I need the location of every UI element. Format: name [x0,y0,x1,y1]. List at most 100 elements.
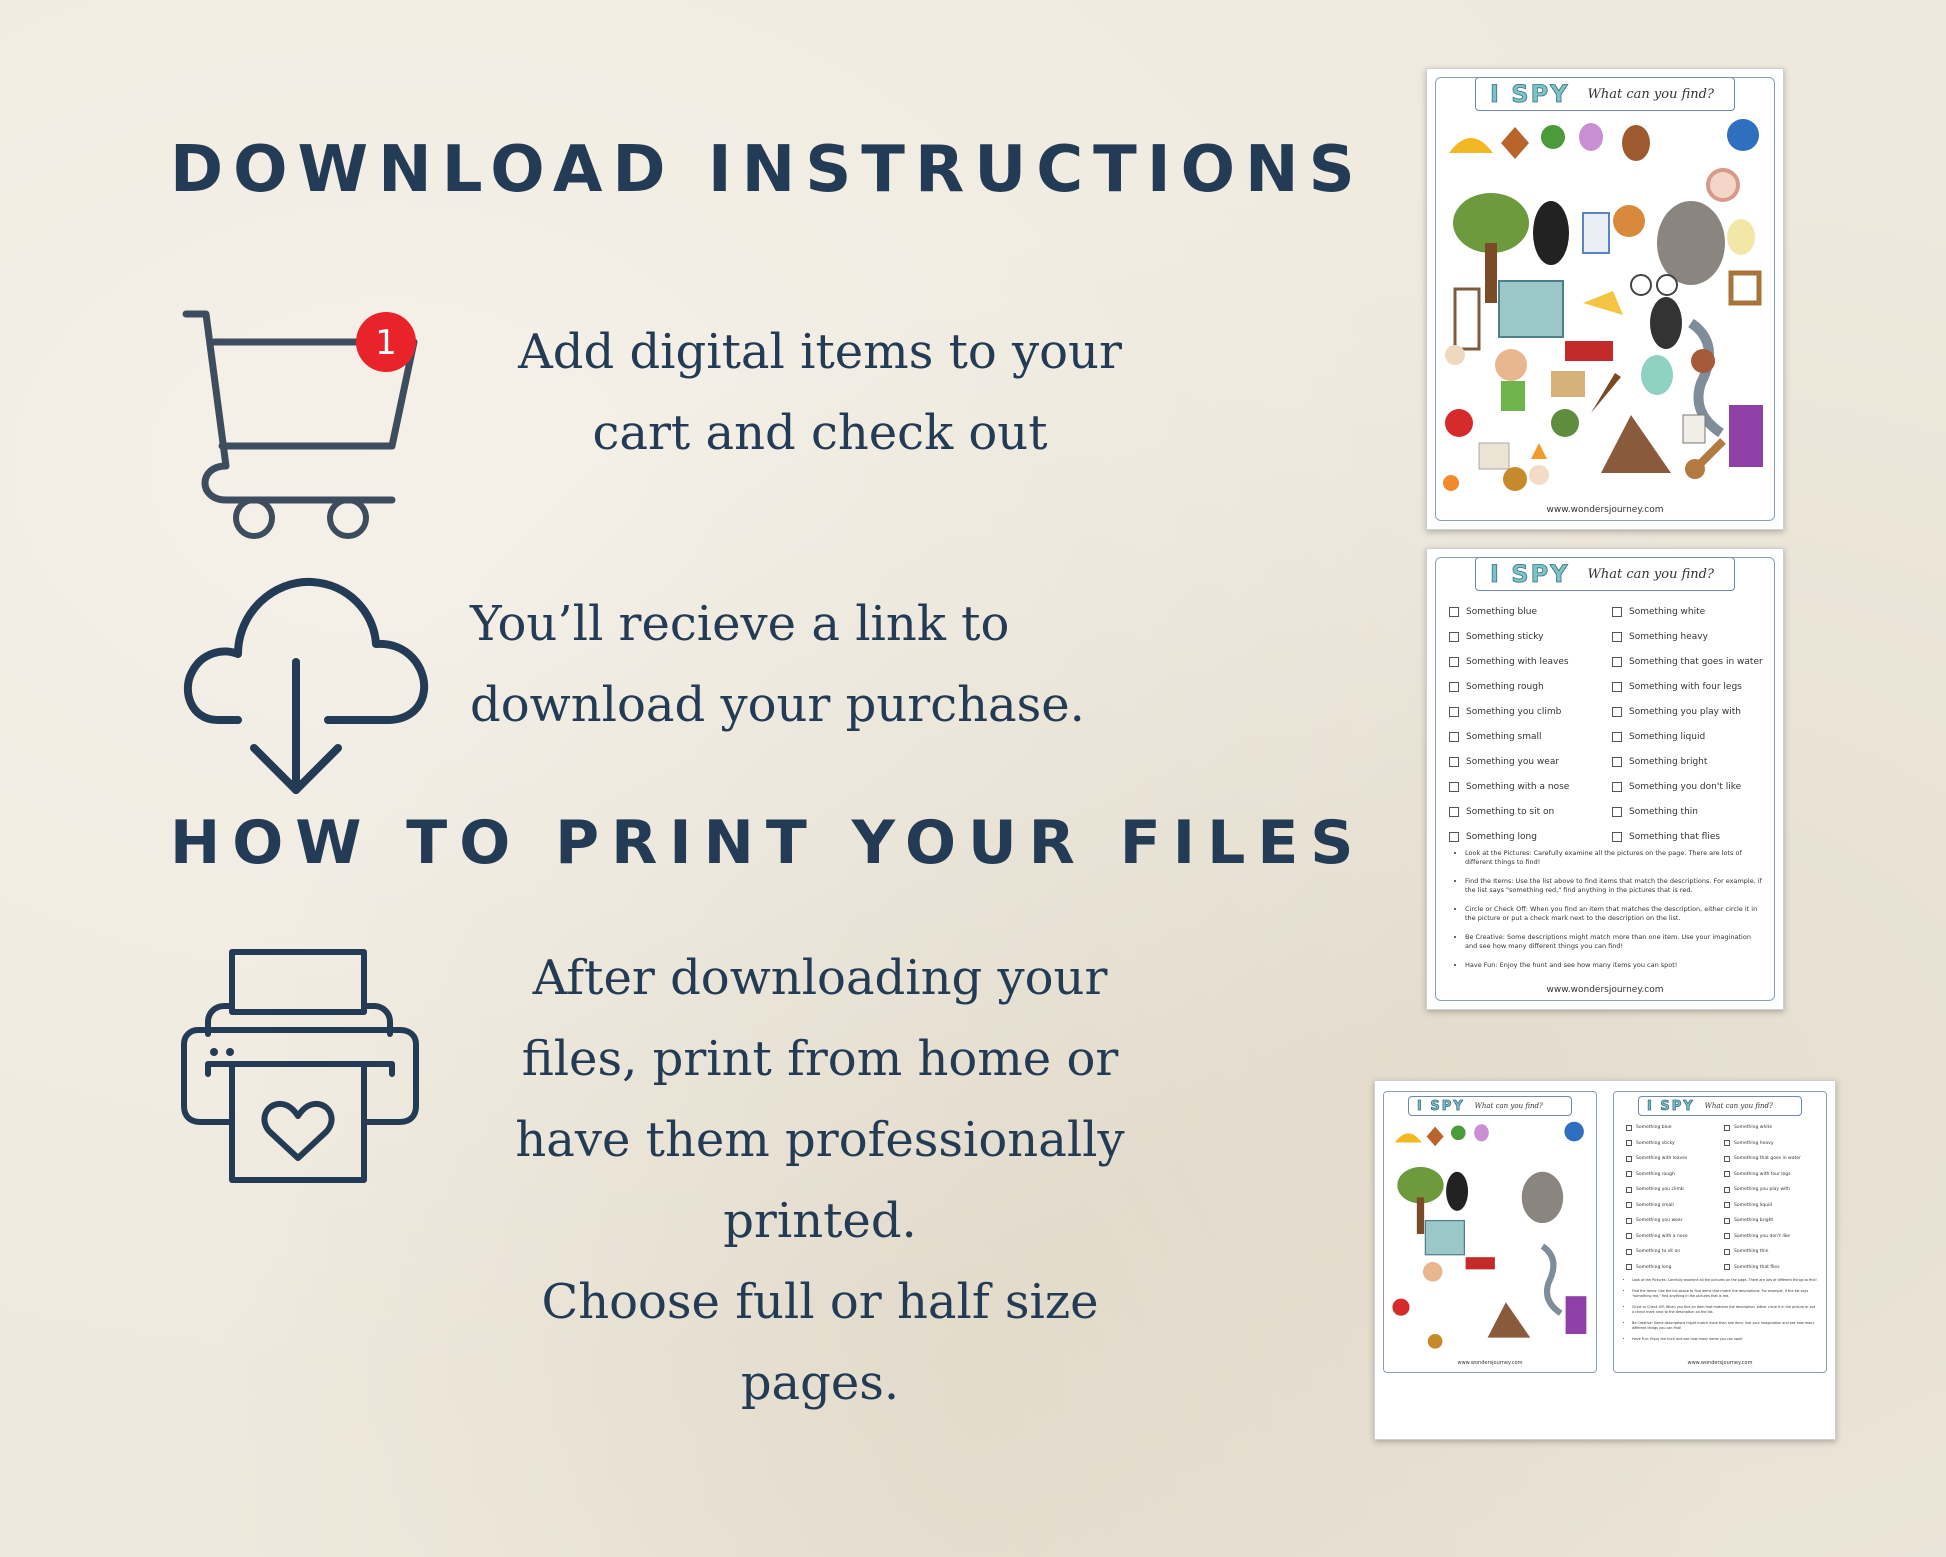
worksheet-website: www.wondersjourney.com [1546,985,1664,995]
checklist-item: Something thin [1724,1244,1818,1260]
worksheet-subtitle: What can you find? [1704,1102,1773,1110]
checkbox [1626,1140,1632,1147]
checkbox [1626,1171,1632,1178]
picture-collage [1392,1121,1587,1349]
step-cart-text: Add digital items to your cart and check… [480,312,1160,474]
worksheet-preview-half-size: I SPY What can you find? www.wondersjour… [1374,1080,1836,1440]
checkbox [1724,1233,1730,1240]
instruction-item: Find the Items: Use the list above to fi… [1632,1289,1818,1299]
checkbox [1612,631,1622,642]
checkbox [1449,756,1459,767]
cart-count-label: 1 [375,323,397,363]
checkbox [1449,781,1459,792]
instruction-item: Find the Items: Use the list above to fi… [1465,877,1763,895]
checkbox [1449,606,1459,617]
checklist-item: Something you wear [1626,1213,1720,1229]
checklist-item: Something rough [1449,674,1602,699]
instruction-item: Be Creative: Some descriptions might mat… [1632,1321,1818,1331]
checklist-item: Something white [1612,599,1765,624]
checklist-item: Something rough [1626,1167,1720,1183]
checkbox [1626,1202,1632,1209]
checklist: Something blue Something white Something… [1449,599,1765,849]
step-download-text: You’ll recieve a link to download your p… [470,584,1110,746]
instruction-item: Have Fun: Enjoy the hunt and see how man… [1465,961,1763,970]
half-size-picture-page: I SPY What can you find? www.wondersjour… [1383,1091,1597,1373]
step-print-line: printed. [723,1193,917,1249]
checklist-item: Something with leaves [1626,1151,1720,1167]
checkbox [1724,1264,1730,1271]
checklist-item: Something sticky [1626,1136,1720,1152]
worksheet-title: I SPY [1490,560,1570,589]
step-download-line: download your purchase. [470,677,1085,733]
checklist-item: Something bright [1612,749,1765,774]
checklist-item: Something you play with [1612,699,1765,724]
checklist-item: Something with a nose [1626,1229,1720,1245]
worksheet-header: I SPY What can you find? [1475,77,1735,111]
checklist-item: Something blue [1449,599,1602,624]
step-cart-line: cart and check out [592,405,1048,461]
download-instructions-heading: DOWNLOAD INSTRUCTIONS [170,133,1365,207]
checkbox [1626,1124,1632,1131]
shopping-cart-icon: 1 [182,310,418,539]
worksheet-title: I SPY [1490,80,1570,109]
step-print-line: Choose full or half size [541,1274,1099,1330]
checklist-item: Something you wear [1449,749,1602,774]
checkbox [1612,681,1622,692]
checklist-item: Something white [1724,1120,1818,1136]
checkbox [1612,606,1622,617]
checklist-item: Something small [1449,724,1602,749]
checklist-item: Something with four legs [1612,674,1765,699]
checklist-item: Something with four legs [1724,1167,1818,1183]
checklist-item: Something that flies [1612,824,1765,849]
picture-collage [1443,119,1763,491]
checklist-item: Something long [1626,1260,1720,1276]
instruction-item: Look at the Pictures: Carefully examine … [1632,1278,1818,1283]
checklist-item: Something you don't like [1612,774,1765,799]
step-print-line: have them professionally [515,1112,1125,1168]
checklist-item: Something you climb [1626,1182,1720,1198]
step-download-line: You’ll recieve a link to [470,596,1010,652]
checklist-item: Something sticky [1449,624,1602,649]
checkbox [1626,1233,1632,1240]
checkbox [1626,1155,1632,1162]
checkbox [1612,806,1622,817]
checklist-item: Something that flies [1724,1260,1818,1276]
checkbox [1449,631,1459,642]
checklist-item: Something liquid [1724,1198,1818,1214]
worksheet-preview-pictures: I SPY What can you find? www.wondersjour… [1426,68,1784,530]
checklist-item: Something you don't like [1724,1229,1818,1245]
instruction-item: Look at the Pictures: Carefully examine … [1465,849,1763,867]
checklist: Something blue Something white Something… [1626,1120,1818,1275]
checkbox [1724,1171,1730,1178]
worksheet-subtitle: What can you find? [1587,86,1714,102]
worksheet-website: www.wondersjourney.com [1457,1360,1523,1366]
checkbox [1449,731,1459,742]
worksheet-website: www.wondersjourney.com [1687,1360,1753,1366]
checklist-item: Something to sit on [1449,799,1602,824]
printer-heart-icon [181,949,419,1183]
worksheet-subtitle: What can you find? [1587,566,1714,582]
checklist-item: Something liquid [1612,724,1765,749]
step-print-line: After downloading your [532,950,1108,1006]
checkbox [1724,1217,1730,1224]
checkbox [1612,731,1622,742]
checkbox [1724,1202,1730,1209]
worksheet-title: I SPY [1647,1098,1695,1114]
step-print-line: files, print from home or [521,1031,1119,1087]
checkbox [1724,1140,1730,1147]
instruction-item: Circle or Check Off: When you find an it… [1632,1305,1818,1315]
checklist-item: Something thin [1612,799,1765,824]
instruction-item: Be Creative: Some descriptions might mat… [1465,933,1763,951]
checklist-item: Something heavy [1724,1136,1818,1152]
cloud-download-icon [184,577,429,794]
worksheet-preview-checklist: I SPY What can you find? Something blue … [1426,548,1784,1010]
worksheet-header: I SPY What can you find? [1475,557,1735,591]
checkbox [1449,706,1459,717]
checklist-item: Something you play with [1724,1182,1818,1198]
checkbox [1626,1186,1632,1193]
checklist-item: Something blue [1626,1120,1720,1136]
checklist-item: Something with a nose [1449,774,1602,799]
checkbox [1449,831,1459,842]
checklist-item: Something that goes in water [1612,649,1765,674]
checkbox [1724,1186,1730,1193]
